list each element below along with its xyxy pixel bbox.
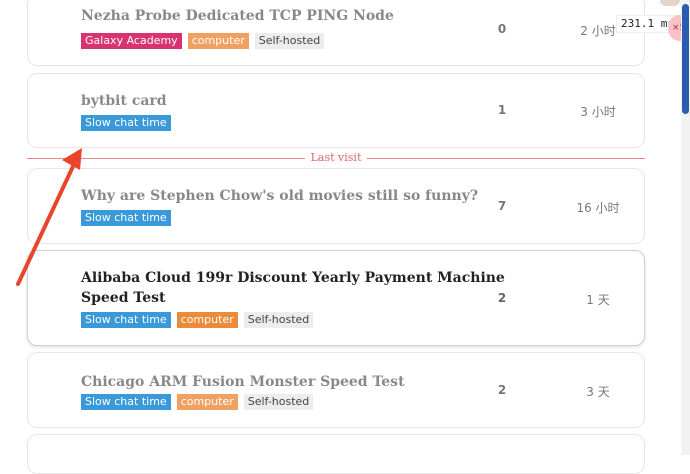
- avatar[interactable]: [660, 0, 680, 6]
- scrollbar-thumb[interactable]: [682, 4, 689, 114]
- annotation-arrow-icon: [16, 148, 82, 286]
- ping-value: 231.1: [621, 17, 655, 30]
- scrollbar[interactable]: [681, 0, 690, 455]
